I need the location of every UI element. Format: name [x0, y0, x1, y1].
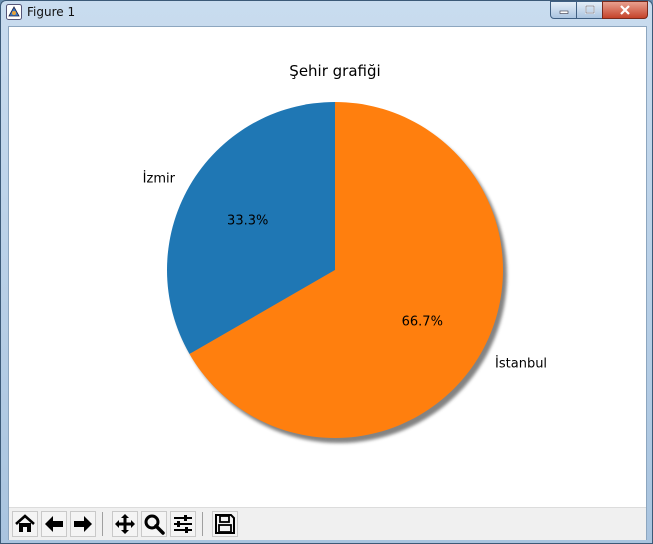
floppy-disk-icon — [215, 514, 235, 534]
figure-canvas-area: Şehir grafiği İzmir 33.3% İstanbul 66.7% — [8, 26, 647, 540]
chart-title: Şehir grafiği — [289, 62, 380, 80]
home-icon — [15, 514, 35, 532]
pie-slices: İzmir 33.3% İstanbul 66.7% — [143, 102, 547, 443]
close-button[interactable] — [602, 1, 648, 19]
minimize-icon — [559, 10, 568, 14]
toolbar-separator — [102, 512, 103, 536]
toolbar-separator — [202, 512, 203, 536]
slice-label: İstanbul — [495, 355, 547, 371]
sliders-icon — [174, 515, 192, 533]
arrow-right-icon — [74, 516, 92, 532]
arrow-left-icon — [45, 516, 63, 532]
slice-percent-label: 66.7% — [402, 314, 443, 329]
maximize-button[interactable] — [576, 1, 603, 19]
app-icon — [6, 4, 22, 20]
home-button[interactable] — [12, 511, 38, 537]
forward-button[interactable] — [70, 511, 96, 537]
zoom-button[interactable] — [141, 511, 167, 537]
magnifier-icon — [144, 514, 165, 535]
back-button[interactable] — [41, 511, 67, 537]
save-button[interactable] — [212, 511, 238, 537]
maximize-icon — [584, 5, 595, 14]
pan-button[interactable] — [112, 511, 138, 537]
slice-percent-label: 33.3% — [227, 214, 268, 229]
pie-chart[interactable]: Şehir grafiği İzmir 33.3% İstanbul 66.7% — [9, 27, 646, 507]
close-icon — [620, 5, 630, 15]
slice-label: İzmir — [143, 171, 176, 187]
window-title: Figure 1 — [27, 5, 76, 19]
navigation-toolbar — [9, 507, 646, 540]
figure-window: Figure 1 Şehir grafiği İzmir 33.3% İstanbu… — [0, 0, 653, 544]
configure-subplots-button[interactable] — [170, 511, 196, 537]
move-icon — [115, 514, 135, 534]
minimize-button[interactable] — [550, 1, 577, 19]
window-controls — [550, 1, 648, 19]
title-bar[interactable]: Figure 1 — [1, 1, 652, 25]
